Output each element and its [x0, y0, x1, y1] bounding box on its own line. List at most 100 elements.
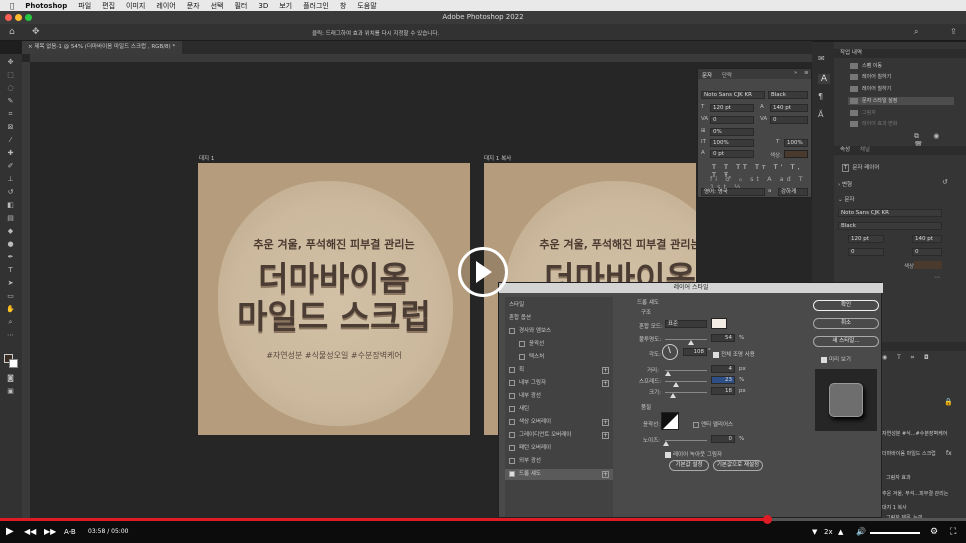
menu-file[interactable]: 파일	[78, 1, 91, 11]
checkbox[interactable]	[519, 353, 525, 360]
ok-button[interactable]: 확인	[813, 300, 879, 311]
style-item-gradient-overlay[interactable]: 그레이디언트 오버레이 +	[505, 430, 613, 441]
char-section[interactable]: ⌄ 문자	[838, 195, 854, 203]
global-light-checkbox[interactable]: 전체 조명 사용	[713, 350, 755, 358]
close-window-button[interactable]	[5, 14, 12, 21]
history-item-selected[interactable]: 문자 스타일 설정	[848, 97, 954, 105]
menu-window[interactable]: 창	[340, 1, 346, 11]
vertical-scale-input[interactable]: 100%	[710, 139, 754, 147]
style-item-bevel[interactable]: 경사와 엠보스	[505, 326, 613, 337]
move-tool-icon[interactable]: ✥	[5, 58, 16, 67]
add-icon[interactable]: +	[602, 380, 609, 387]
tracking-input[interactable]: 0	[770, 116, 808, 124]
prop-kerning-input[interactable]: 0	[848, 248, 884, 256]
artboard-1-label[interactable]: 대지 1	[199, 154, 214, 162]
checkbox[interactable]	[509, 418, 515, 425]
artboard-2-label[interactable]: 대지 1 복사	[484, 154, 511, 162]
menu-3d[interactable]: 3D	[258, 2, 268, 10]
checkbox[interactable]	[509, 457, 515, 464]
artboard-1[interactable]: 추운 겨울, 푸석해진 피부결 관리는 더마바이옴 마일드 스크럽 #자연성분 …	[198, 163, 470, 435]
spread-slider-knob[interactable]	[673, 382, 679, 387]
crop-tool-icon[interactable]: ⌗	[5, 110, 16, 119]
checkbox[interactable]	[509, 392, 515, 399]
language-select[interactable]: 영어: 영국	[701, 188, 765, 196]
antialias-select[interactable]: 강하게	[778, 188, 808, 196]
style-item-inner-shadow[interactable]: 내부 그림자 +	[505, 378, 613, 389]
history-panel-title[interactable]: 작업 내역	[840, 50, 862, 56]
frame-tool-icon[interactable]: ⊠	[5, 123, 16, 132]
lasso-tool-icon[interactable]: ◌	[5, 84, 16, 93]
marquee-tool-icon[interactable]: ⬚	[5, 71, 16, 80]
background-color-swatch[interactable]	[9, 359, 18, 368]
history-brush-icon[interactable]: ↺	[5, 188, 16, 197]
style-item-stroke[interactable]: 획 +	[505, 365, 613, 376]
play-icon[interactable]: ▶	[6, 525, 14, 539]
menu-image[interactable]: 이미지	[126, 1, 145, 11]
layer-row[interactable]: 더마바이옴 마일드 스크럽	[882, 450, 936, 457]
size-slider-knob[interactable]	[670, 393, 676, 398]
eyedropper-icon[interactable]: ⁄	[5, 136, 16, 145]
search-icon[interactable]: ⌕	[914, 27, 918, 37]
dodge-tool-icon[interactable]: ●	[5, 240, 16, 249]
video-progress-handle[interactable]	[763, 515, 772, 524]
chevron-up-icon[interactable]: ▲	[838, 525, 843, 539]
blur-tool-icon[interactable]: ◆	[5, 227, 16, 236]
style-item-contour[interactable]: 윤곽선	[505, 339, 613, 350]
style-item-pattern-overlay[interactable]: 패턴 오버레이	[505, 443, 613, 454]
history-item-disabled[interactable]: 레이어 효과 변화	[848, 120, 954, 128]
leading-input[interactable]: 140 pt	[770, 104, 808, 112]
distance-input[interactable]: 4	[711, 365, 735, 373]
contour-picker[interactable]	[661, 412, 679, 430]
artboard-title-line1[interactable]: 더마바이옴	[198, 259, 470, 299]
tab-character[interactable]: 문자	[702, 71, 712, 79]
checkbox[interactable]	[509, 405, 515, 412]
opacity-input[interactable]: 54	[711, 334, 735, 342]
menu-select[interactable]: 선택	[211, 1, 224, 11]
add-icon[interactable]: +	[602, 471, 609, 478]
artboard-subtitle[interactable]: 추운 겨울, 푸석해진 피부결 관리는	[198, 236, 470, 252]
style-item-color-overlay[interactable]: 색상 오버레이 +	[505, 417, 613, 428]
lock-icon[interactable]: 🔒	[944, 398, 953, 406]
more-options-icon[interactable]: ⋯	[934, 274, 940, 281]
more-tools-icon[interactable]: ⋯	[5, 331, 16, 340]
panel-menu-icon[interactable]: ≡	[804, 70, 809, 76]
new-style-button[interactable]: 새 스타일...	[813, 336, 879, 347]
prop-leading-input[interactable]: 140 pt	[912, 235, 942, 243]
history-item[interactable]: 스팸 이동	[848, 62, 954, 70]
menu-plugins[interactable]: 플러그인	[303, 1, 329, 11]
style-item-texture[interactable]: 텍스처	[505, 352, 613, 363]
checkbox[interactable]	[509, 327, 515, 334]
gradient-tool-icon[interactable]: ▤	[5, 214, 16, 223]
add-icon[interactable]: +	[602, 432, 609, 439]
tab-channels[interactable]: 채널	[860, 147, 870, 153]
history-item-disabled[interactable]: 그림자	[848, 109, 954, 117]
playback-speed[interactable]: 2x	[824, 525, 833, 539]
angle-dial[interactable]	[662, 344, 678, 360]
shape-tool-icon[interactable]: ▭	[5, 292, 16, 301]
zoom-window-button[interactable]	[25, 14, 32, 21]
quick-select-icon[interactable]: ✎	[5, 97, 16, 106]
pen-tool-icon[interactable]: ✒	[5, 253, 16, 262]
spread-input[interactable]: 23	[711, 376, 735, 384]
add-icon[interactable]: +	[602, 367, 609, 374]
add-icon[interactable]: +	[602, 419, 609, 426]
tab-properties[interactable]: 속성	[840, 147, 850, 153]
stamp-tool-icon[interactable]: ⊥	[5, 175, 16, 184]
history-item[interactable]: 레이어 칠하기	[848, 85, 954, 93]
shadow-color-swatch[interactable]	[711, 318, 727, 329]
reset-transform-icon[interactable]: ↺	[942, 178, 948, 186]
fullscreen-icon[interactable]: ⛶	[950, 525, 956, 539]
noise-slider-track[interactable]	[665, 440, 707, 441]
chevron-down-icon[interactable]: ▼	[812, 525, 817, 539]
volume-icon[interactable]: 🔊	[856, 525, 866, 539]
font-size-input[interactable]: 120 pt	[710, 104, 754, 112]
menu-view[interactable]: 보기	[279, 1, 292, 11]
style-header[interactable]: 스타일	[505, 300, 613, 311]
checkbox[interactable]	[509, 379, 515, 386]
hand-tool-icon[interactable]: ✋	[5, 305, 16, 314]
tsume-input[interactable]: 0%	[710, 128, 754, 136]
style-item-outer-glow[interactable]: 외부 광선	[505, 456, 613, 467]
spread-slider-track[interactable]	[665, 381, 707, 382]
layer-row[interactable]: 자연성분 #식...#수분장벽케어	[882, 430, 947, 437]
ab-repeat-button[interactable]: A-B	[64, 525, 76, 539]
